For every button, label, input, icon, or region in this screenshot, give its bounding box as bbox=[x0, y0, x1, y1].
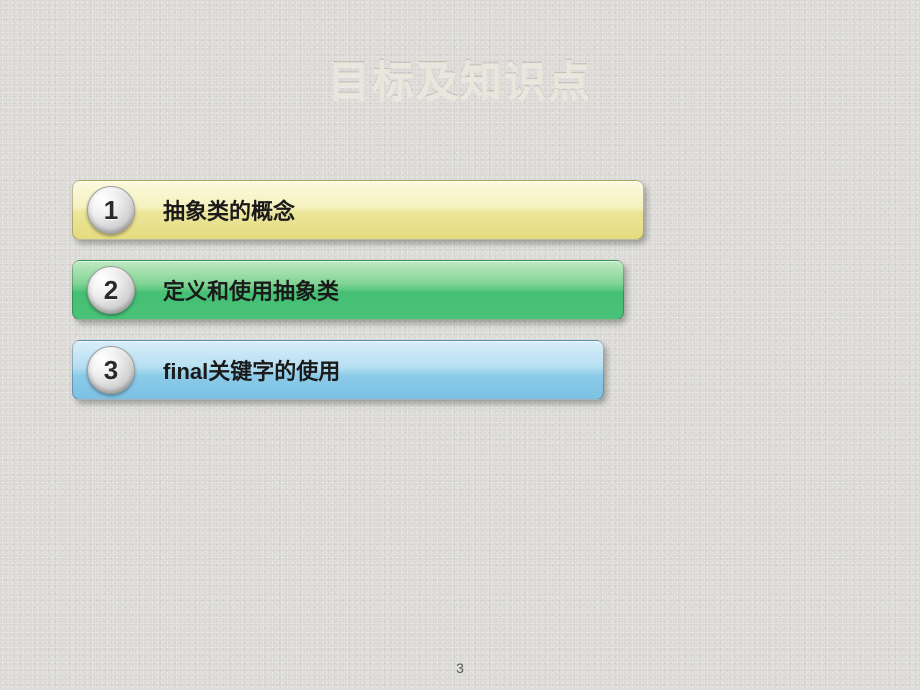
number-badge-2: 2 bbox=[87, 266, 135, 314]
page-number: 3 bbox=[0, 660, 920, 676]
number-badge-3: 3 bbox=[87, 346, 135, 394]
objective-item-1: 1 抽象类的概念 bbox=[72, 180, 644, 240]
number-badge-text: 2 bbox=[104, 275, 118, 306]
objective-label: final关键字的使用 bbox=[163, 354, 340, 386]
number-badge-text: 1 bbox=[104, 195, 118, 226]
objective-item-2: 2 定义和使用抽象类 bbox=[72, 260, 624, 320]
objective-list: 1 抽象类的概念 2 定义和使用抽象类 3 final关键字的使用 bbox=[72, 180, 642, 420]
objective-label: 抽象类的概念 bbox=[163, 194, 295, 226]
objective-label: 定义和使用抽象类 bbox=[163, 274, 339, 306]
slide-title: 目标及知识点 bbox=[0, 48, 920, 109]
objective-item-3: 3 final关键字的使用 bbox=[72, 340, 604, 400]
number-badge-1: 1 bbox=[87, 186, 135, 234]
number-badge-text: 3 bbox=[104, 355, 118, 386]
